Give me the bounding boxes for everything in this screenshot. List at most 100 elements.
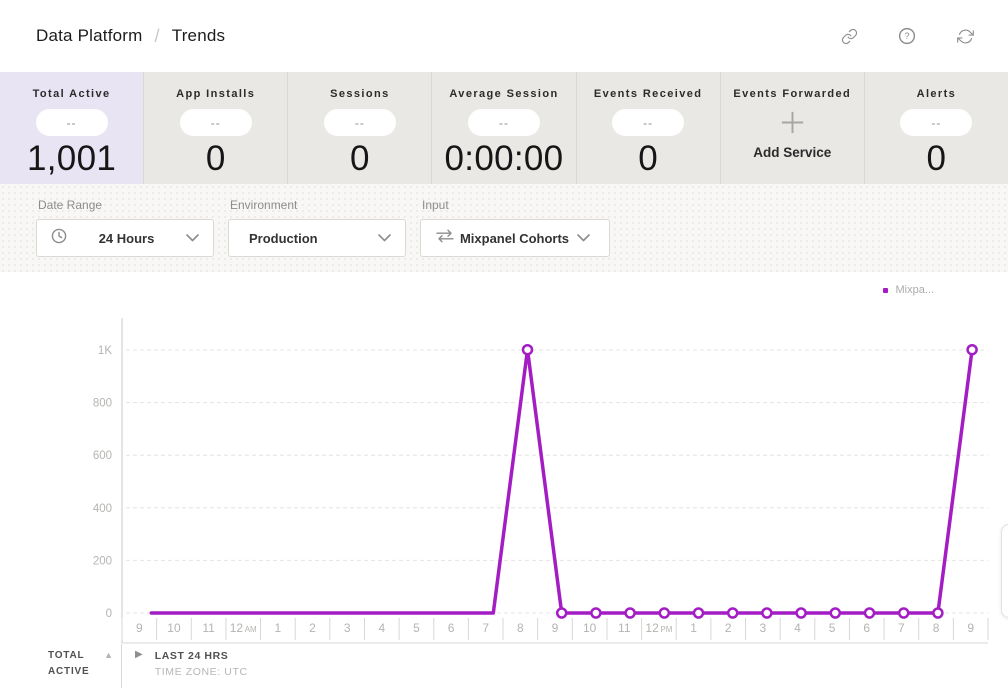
svg-text:400: 400 (93, 503, 112, 515)
svg-text:6: 6 (863, 621, 870, 635)
sort-up-icon: ▲ (104, 650, 113, 660)
input-value: Mixpanel Cohorts (460, 231, 569, 246)
floating-widget-edge[interactable] (1001, 524, 1008, 618)
svg-text:0: 0 (106, 608, 112, 620)
svg-text:10: 10 (583, 621, 597, 635)
kpi-value: 1,001 (27, 141, 116, 176)
svg-text:11: 11 (618, 621, 631, 635)
filter-input: Input Mixpanel Cohorts (420, 198, 610, 272)
kpi-label: Sessions (330, 88, 390, 100)
svg-text:8: 8 (933, 621, 940, 635)
chevron-down-icon (378, 229, 391, 247)
help-icon[interactable]: ? (898, 27, 916, 45)
line-chart[interactable]: 02004006008001K9101112 AM123456789101112… (0, 272, 1008, 696)
kpi-card-app-installs[interactable]: App Installs -- 0 (144, 72, 288, 184)
svg-text:5: 5 (829, 621, 836, 635)
input-dropdown[interactable]: Mixpanel Cohorts (420, 219, 610, 257)
kpi-label: Events Received (594, 88, 702, 100)
header-actions: ? (840, 27, 974, 45)
kpi-card-sessions[interactable]: Sessions -- 0 (288, 72, 432, 184)
chart-footer: TOTAL ACTIVE ▲ ▶ LAST 24 HRS TIME ZONE: … (0, 644, 990, 688)
kpi-badge: -- (900, 109, 972, 136)
filter-label: Environment (230, 198, 406, 212)
caret-right-icon[interactable]: ▶ (135, 649, 143, 660)
kpi-value: 0 (638, 141, 658, 176)
filter-date-range: Date Range 24 Hours (36, 198, 214, 272)
svg-text:9: 9 (552, 621, 559, 635)
svg-text:11: 11 (202, 621, 215, 635)
breadcrumb-separator: / (155, 26, 160, 47)
environment-dropdown[interactable]: Production (228, 219, 406, 257)
metric-sort-control[interactable]: TOTAL ACTIVE ▲ (0, 644, 122, 688)
kpi-value: 0 (350, 141, 370, 176)
page-title: Trends (172, 26, 225, 46)
svg-text:5: 5 (413, 621, 420, 635)
kpi-badge: -- (468, 109, 540, 136)
kpi-label: Alerts (917, 88, 957, 100)
kpi-value: 0 (206, 141, 226, 176)
page-header: Data Platform / Trends ? (0, 0, 1008, 72)
svg-text:800: 800 (93, 398, 112, 410)
filter-label: Input (422, 198, 610, 212)
trends-page: Data Platform / Trends ? Total Active --… (0, 0, 1008, 696)
svg-text:2: 2 (309, 621, 316, 635)
svg-text:4: 4 (794, 621, 801, 635)
svg-text:2: 2 (725, 621, 732, 635)
svg-text:200: 200 (93, 555, 112, 567)
svg-text:1: 1 (275, 621, 282, 635)
date-range-dropdown[interactable]: 24 Hours (36, 219, 214, 257)
environment-value: Production (249, 231, 318, 246)
svg-text:9: 9 (136, 621, 143, 635)
date-range-value: 24 Hours (99, 231, 155, 246)
kpi-card-events-received[interactable]: Events Received -- 0 (577, 72, 721, 184)
range-label: LAST 24 HRS (155, 648, 248, 664)
link-icon[interactable] (840, 27, 858, 45)
range-summary: ▶ LAST 24 HRS TIME ZONE: UTC (122, 644, 248, 688)
svg-text:12 PM: 12 PM (645, 621, 672, 635)
kpi-label: Average Session (449, 88, 558, 100)
svg-text:12 AM: 12 AM (230, 621, 257, 635)
kpi-label: Total Active (33, 88, 111, 100)
filter-label: Date Range (38, 198, 214, 212)
filter-bar: Date Range 24 Hours Environment Producti… (0, 184, 1008, 272)
svg-text:1K: 1K (98, 345, 112, 357)
breadcrumb-section[interactable]: Data Platform (36, 26, 143, 46)
svg-text:?: ? (904, 31, 909, 42)
svg-text:3: 3 (759, 621, 766, 635)
kpi-label: App Installs (176, 88, 255, 100)
kpi-card-total-active[interactable]: Total Active -- 1,001 (0, 72, 144, 184)
chevron-down-icon (577, 229, 590, 247)
chevron-down-icon (186, 229, 199, 247)
svg-text:1: 1 (690, 621, 697, 635)
kpi-card-events-forwarded[interactable]: Events Forwarded Add Service (721, 72, 865, 184)
svg-text:10: 10 (167, 621, 181, 635)
svg-text:8: 8 (517, 621, 524, 635)
kpi-label: Events Forwarded (733, 88, 851, 100)
svg-text:3: 3 (344, 621, 351, 635)
kpi-card-row: Total Active -- 1,001 App Installs -- 0 … (0, 72, 1008, 184)
plus-icon (779, 107, 806, 137)
footer-metric-line2: ACTIVE (48, 664, 89, 680)
kpi-value: 0:00:00 (445, 141, 564, 176)
svg-text:6: 6 (448, 621, 455, 635)
kpi-badge: -- (36, 109, 108, 136)
kpi-card-alerts[interactable]: Alerts -- 0 (865, 72, 1008, 184)
trends-chart-panel: Mixpa... 02004006008001K9101112 AM123456… (0, 272, 1008, 696)
svg-text:7: 7 (898, 621, 905, 635)
swap-icon (435, 229, 455, 248)
clock-icon (51, 228, 67, 249)
kpi-badge: -- (324, 109, 396, 136)
svg-text:9: 9 (967, 621, 974, 635)
timezone-label: TIME ZONE: UTC (155, 664, 248, 680)
svg-text:7: 7 (482, 621, 489, 635)
kpi-card-average-session[interactable]: Average Session -- 0:00:00 (432, 72, 576, 184)
kpi-value: 0 (927, 141, 947, 176)
breadcrumb: Data Platform / Trends (36, 26, 225, 47)
add-service-button[interactable]: Add Service (753, 145, 831, 160)
refresh-icon[interactable] (956, 27, 974, 45)
svg-text:4: 4 (378, 621, 385, 635)
kpi-badge: -- (612, 109, 684, 136)
svg-text:600: 600 (93, 450, 112, 462)
kpi-badge: -- (180, 109, 252, 136)
filter-environment: Environment Production (228, 198, 406, 272)
